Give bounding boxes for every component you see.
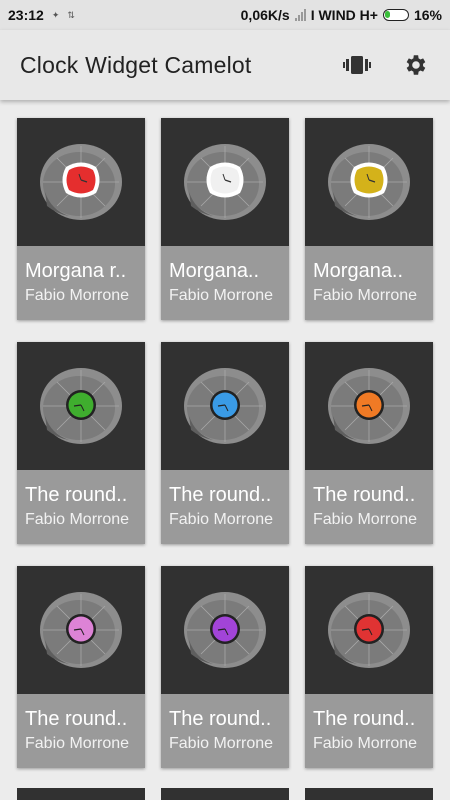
card-meta: The round.. Fabio Morrone bbox=[305, 694, 433, 768]
partial-card[interactable] bbox=[305, 788, 433, 800]
partial-card[interactable] bbox=[17, 788, 145, 800]
card-meta: Morgana.. Fabio Morrone bbox=[161, 246, 289, 320]
card-author: Fabio Morrone bbox=[169, 511, 274, 528]
card-author: Fabio Morrone bbox=[313, 511, 418, 528]
widget-card[interactable]: Morgana.. Fabio Morrone bbox=[305, 118, 433, 320]
widget-card[interactable]: Morgana.. Fabio Morrone bbox=[161, 118, 289, 320]
widget-grid: Morgana r.. Fabio Morrone Morgana.. Fabio M… bbox=[17, 118, 433, 768]
clock-thumbnail bbox=[17, 566, 145, 694]
card-title: The round.. bbox=[25, 708, 128, 730]
widget-card[interactable]: The round.. Fabio Morrone bbox=[305, 342, 433, 544]
card-meta: The round.. Fabio Morrone bbox=[305, 470, 433, 544]
card-title: The round.. bbox=[25, 484, 128, 506]
clock-thumbnail bbox=[17, 342, 145, 470]
partial-next-row bbox=[17, 788, 433, 800]
app-title: Clock Widget Camelot bbox=[20, 51, 252, 78]
notification-icon: ✦ bbox=[51, 9, 60, 20]
card-meta: The round.. Fabio Morrone bbox=[161, 694, 289, 768]
settings-button[interactable] bbox=[400, 50, 430, 80]
widget-card[interactable]: The round.. Fabio Morrone bbox=[161, 566, 289, 768]
card-title: The round.. bbox=[313, 708, 416, 730]
carrier-name: I WIND H+ bbox=[310, 7, 378, 23]
card-title: Morgana.. bbox=[313, 260, 404, 282]
status-time: 23:12 bbox=[8, 7, 44, 23]
card-title: The round.. bbox=[169, 484, 272, 506]
widget-card[interactable]: The round.. Fabio Morrone bbox=[161, 342, 289, 544]
card-title: Morgana r.. bbox=[25, 260, 127, 282]
signal-icon bbox=[294, 9, 306, 21]
widget-card[interactable]: The round.. Fabio Morrone bbox=[17, 342, 145, 544]
card-meta: The round.. Fabio Morrone bbox=[17, 694, 145, 768]
card-author: Fabio Morrone bbox=[313, 735, 418, 752]
card-meta: Morgana r.. Fabio Morrone bbox=[17, 246, 145, 320]
gear-icon bbox=[406, 55, 426, 75]
clock-thumbnail bbox=[305, 566, 433, 694]
app-bar: Clock Widget Camelot bbox=[0, 30, 450, 100]
widget-card[interactable]: The round.. Fabio Morrone bbox=[305, 566, 433, 768]
card-meta: Morgana.. Fabio Morrone bbox=[305, 246, 433, 320]
vibrate-button[interactable] bbox=[342, 50, 372, 80]
card-title: The round.. bbox=[169, 708, 272, 730]
card-author: Fabio Morrone bbox=[169, 287, 274, 304]
network-speed: 0,06K/s bbox=[240, 7, 290, 23]
widget-card[interactable]: Morgana r.. Fabio Morrone bbox=[17, 118, 145, 320]
card-author: Fabio Morrone bbox=[169, 735, 274, 752]
card-author: Fabio Morrone bbox=[25, 735, 130, 752]
vibrate-icon bbox=[343, 56, 371, 74]
partial-card[interactable] bbox=[161, 788, 289, 800]
card-author: Fabio Morrone bbox=[313, 287, 418, 304]
clock-thumbnail bbox=[17, 118, 145, 246]
widget-card[interactable]: The round.. Fabio Morrone bbox=[17, 566, 145, 768]
card-meta: The round.. Fabio Morrone bbox=[17, 470, 145, 544]
card-meta: The round.. Fabio Morrone bbox=[161, 470, 289, 544]
battery-icon bbox=[382, 9, 409, 21]
clock-thumbnail bbox=[161, 118, 289, 246]
clock-thumbnail bbox=[305, 342, 433, 470]
card-title: Morgana.. bbox=[169, 260, 260, 282]
clock-thumbnail bbox=[161, 566, 289, 694]
status-bar: 23:12 ✦ ⇅ 0,06K/s I WIND H+ 16% bbox=[0, 0, 450, 30]
clock-thumbnail bbox=[305, 118, 433, 246]
sync-icon: ⇅ bbox=[67, 9, 75, 20]
card-title: The round.. bbox=[313, 484, 416, 506]
clock-thumbnail bbox=[161, 342, 289, 470]
battery-percent: 16% bbox=[413, 7, 442, 23]
card-author: Fabio Morrone bbox=[25, 511, 130, 528]
card-author: Fabio Morrone bbox=[25, 287, 130, 304]
